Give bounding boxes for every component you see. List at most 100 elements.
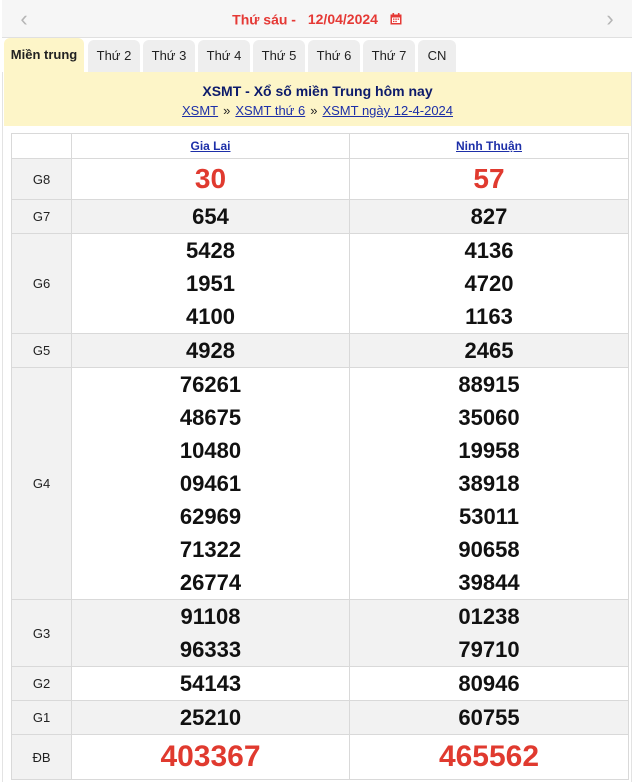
prize-number: 4720 [464, 271, 514, 296]
prize-label: G4 [11, 367, 72, 600]
prize-number: 39844 [458, 570, 520, 595]
prize-number: 1951 [186, 271, 235, 296]
prize-cell: 54143 [71, 666, 350, 701]
prize-number: 35060 [458, 405, 520, 430]
tab-thu-4[interactable]: Thứ 4 [198, 40, 250, 72]
prize-cell: 654 [71, 199, 350, 234]
prize-number: 654 [192, 204, 229, 229]
table-row: G8 30 57 [11, 158, 629, 200]
prize-cell: 30 [71, 158, 350, 200]
prize-number: 2465 [464, 338, 514, 363]
region-day-tabs: Miền trung Thứ 2 Thứ 3 Thứ 4 Thứ 5 Thứ 6… [2, 38, 632, 72]
day-label: Thứ sáu - [232, 11, 296, 28]
tab-mien-trung[interactable]: Miền trung [4, 38, 84, 72]
prize-number: 26774 [179, 570, 242, 595]
table-row: G2 54143 80946 [11, 666, 629, 701]
prize-label: G7 [11, 199, 72, 234]
prize-label: ĐB [11, 734, 72, 780]
tab-thu-3[interactable]: Thứ 3 [143, 40, 195, 72]
tab-thu-5[interactable]: Thứ 5 [253, 40, 305, 72]
prize-label: G1 [11, 700, 72, 735]
header-empty-cell [11, 133, 72, 159]
prize-number: 71322 [179, 537, 242, 562]
table-row: ĐB 403367 465562 [11, 734, 629, 780]
prize-number: 54143 [179, 671, 242, 696]
prize-number: 25210 [179, 705, 242, 730]
prize-label: G8 [11, 158, 72, 200]
breadcrumb-xsmt[interactable]: XSMT [182, 103, 218, 118]
column-header-gia-lai: Gia Lai [71, 133, 350, 159]
prize-cell: 01238 79710 [349, 599, 629, 667]
prize-number: 38918 [458, 471, 520, 496]
prize-number: 88915 [458, 372, 520, 397]
prize-number: 09461 [179, 471, 242, 496]
prize-cell: 827 [349, 199, 629, 234]
prize-number: 01238 [458, 604, 520, 629]
prize-cell: 57 [349, 158, 629, 200]
prize-number: 60755 [458, 705, 520, 730]
prize-number: 96333 [179, 637, 242, 662]
prize-number: 5428 [186, 238, 235, 263]
prize-number: 53011 [459, 504, 519, 529]
province-link-ninh-thuan[interactable]: Ninh Thuận [456, 139, 522, 153]
prize-number: 4100 [186, 304, 235, 329]
prize-number: 76261 [179, 372, 242, 397]
prize-cell: 60755 [349, 700, 629, 735]
date-display[interactable]: Thứ sáu - 12/04/2024 [2, 10, 632, 27]
table-header-row: Gia Lai Ninh Thuận [11, 133, 629, 159]
prize-number: 10480 [179, 438, 242, 463]
prize-cell: 88915 35060 19958 38918 53011 90658 39844 [349, 367, 629, 600]
prize-cell: 25210 [71, 700, 350, 735]
tab-cn[interactable]: CN [418, 40, 456, 72]
prize-number: 79710 [458, 637, 520, 662]
tab-thu-2[interactable]: Thứ 2 [88, 40, 140, 72]
prize-cell: 4928 [71, 333, 350, 368]
prize-number: 62969 [179, 504, 242, 529]
prize-number: 19958 [458, 438, 520, 463]
prize-cell: 4136 4720 1163 [349, 233, 629, 334]
prize-number: 4136 [464, 238, 514, 263]
prize-cell: 80946 [349, 666, 629, 701]
prize-cell: 91108 96333 [71, 599, 350, 667]
prize-cell: 2465 [349, 333, 629, 368]
results-table: Gia Lai Ninh Thuận G8 30 57 G7 654 827 G6 5428 1… [11, 133, 629, 780]
prize-label: G6 [11, 233, 72, 334]
province-link-gia-lai[interactable]: Gia Lai [190, 139, 230, 153]
prize-number: 827 [470, 204, 508, 229]
breadcrumb-xsmt-date[interactable]: XSMT ngày 12-4-2024 [322, 103, 453, 118]
prize-number: 1163 [465, 304, 513, 329]
breadcrumb-separator: » [223, 103, 231, 118]
table-row: G3 91108 96333 01238 79710 [11, 599, 629, 667]
prize-number: 403367 [160, 740, 261, 773]
prize-label: G3 [11, 599, 72, 667]
breadcrumb-separator: » [310, 103, 318, 118]
date-value[interactable]: 12/04/2024 [308, 11, 378, 27]
column-header-ninh-thuan: Ninh Thuận [349, 133, 629, 159]
tab-thu-6[interactable]: Thứ 6 [308, 40, 360, 72]
prize-cell: 465562 [349, 734, 629, 780]
date-navigation-bar: ‹ Thứ sáu - 12/04/2024 › [2, 0, 632, 38]
tab-thu-7[interactable]: Thứ 7 [363, 40, 415, 72]
prize-label: G5 [11, 333, 72, 368]
prize-number: 30 [194, 163, 227, 194]
breadcrumb-xsmt-thu-6[interactable]: XSMT thứ 6 [235, 103, 305, 118]
prize-number: 4928 [186, 338, 235, 363]
prize-number: 91108 [180, 604, 241, 629]
table-row: G6 5428 1951 4100 4136 4720 1163 [11, 233, 629, 334]
page-title: XSMT - Xổ số miền Trung hôm nay [202, 83, 433, 99]
prize-cell: 5428 1951 4100 [71, 233, 350, 334]
table-row: G7 654 827 [11, 199, 629, 234]
table-row: G1 25210 60755 [11, 700, 629, 735]
table-row: G5 4928 2465 [11, 333, 629, 368]
breadcrumb: XSMT » XSMT thứ 6 » XSMT ngày 12-4-2024 [4, 103, 631, 118]
prize-number: 90658 [458, 537, 520, 562]
prize-number: 465562 [438, 740, 540, 773]
prize-label: G2 [11, 666, 72, 701]
table-row: G4 76261 48675 10480 09461 62969 71322 26774 889… [11, 367, 629, 600]
prize-number: 48675 [179, 405, 242, 430]
prize-number: 80946 [458, 671, 520, 696]
chevron-right-icon[interactable]: › [600, 8, 620, 30]
calendar-icon[interactable] [390, 13, 402, 25]
results-header: XSMT - Xổ số miền Trung hôm nay XSMT» XSM… [4, 72, 631, 126]
prize-number: 57 [473, 163, 505, 194]
